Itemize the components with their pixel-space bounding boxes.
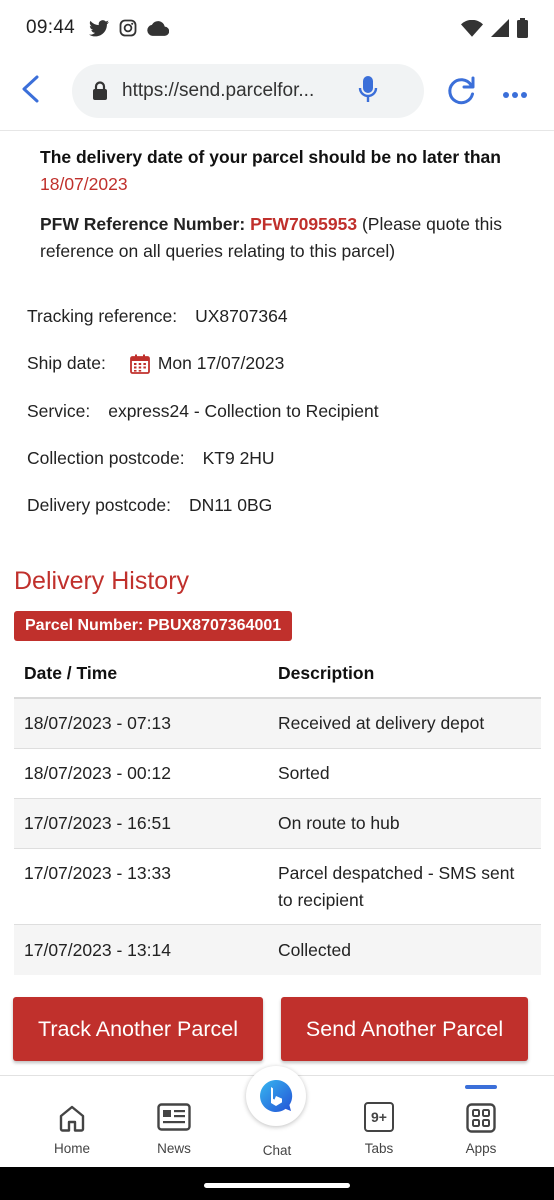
lock-icon [93,81,107,100]
row-date: 17/07/2023 - 16:51 [24,813,171,833]
twitter-icon [89,19,110,36]
nav-tabs[interactable]: 9+ Tabs [334,1076,424,1168]
back-button[interactable] [20,74,50,110]
delivery-history-heading: Delivery History [14,567,190,595]
battery-icon [517,18,528,38]
parcel-number-badge: Parcel Number: PBUX8707364001 [14,611,293,641]
wifi-icon [461,19,483,37]
pfw-label: PFW Reference Number: [40,214,246,234]
table-row: 17/07/2023 - 13:33 Parcel despatched - S… [14,849,541,925]
row-description: Sorted [278,763,330,783]
collection-postcode-row: Collection postcode: KT9 2HU [27,448,275,469]
chat-button[interactable] [246,1066,306,1126]
signal-icon [491,19,509,37]
nav-apps[interactable]: Apps [436,1076,526,1168]
more-menu-button[interactable] [502,86,528,104]
nav-home[interactable]: Home [27,1076,117,1168]
instagram-icon [119,19,137,37]
system-gesture-bar [0,1167,554,1200]
column-header-date: Date / Time [24,662,118,683]
voice-search-button[interactable] [358,75,378,108]
cloud-icon [147,20,170,36]
service-row: Service: express24 - Collection to Recip… [27,401,379,422]
table-header: Date / Time Description [14,649,541,699]
delivery-postcode-value: DN11 0BG [188,495,273,515]
nav-chat-label: Chat [262,1143,292,1158]
row-description: On route to hub [278,813,400,833]
tracking-value: UX8707364 [195,306,288,326]
nav-home-label: Home [53,1141,90,1156]
nav-news[interactable]: News [129,1076,219,1168]
row-description: Parcel despatched - SMS sent to recipien… [278,863,515,910]
ship-date-row: Ship date: Mon 17/07/2023 [27,353,284,374]
tracking-reference-row: Tracking reference: UX8707364 [27,306,288,327]
service-value: express24 - Collection to Recipient [108,401,379,421]
delivery-history-table: Date / Time Description 18/07/2023 - 07:… [14,649,541,975]
news-icon [157,1103,191,1131]
table-row: 18/07/2023 - 07:13 Received at delivery … [14,699,541,749]
column-header-description: Description [278,662,375,683]
delivery-deadline-notice: The delivery date of your parcel should … [40,144,530,198]
table-row: 18/07/2023 - 00:12 Sorted [14,749,541,799]
apps-grid-icon [466,1103,496,1133]
deadline-date: 18/07/2023 [40,174,128,194]
bottom-navigation: Home News Chat 9+ Tabs Apps [0,1066,554,1168]
tracking-label: Tracking reference: [27,306,178,326]
address-bar[interactable]: https://send.parcelfor... [72,64,424,118]
row-description: Collected [278,939,351,960]
home-gesture-handle[interactable] [204,1183,350,1188]
tabs-icon: 9+ [364,1102,394,1132]
row-date: 17/07/2023 - 13:33 [24,863,171,883]
row-description: Received at delivery depot [278,713,485,733]
delivery-postcode-row: Delivery postcode: DN11 0BG [27,495,272,516]
browser-toolbar: https://send.parcelfor... [0,56,554,130]
service-label: Service: [27,401,91,421]
table-row: 17/07/2023 - 16:51 On route to hub [14,799,541,849]
page-content: The delivery date of your parcel should … [0,131,554,1075]
delivery-postcode-label: Delivery postcode: [27,495,171,515]
reload-button[interactable] [444,74,478,113]
nav-tabs-label: Tabs [364,1141,394,1156]
reload-icon [448,76,475,105]
nav-chat[interactable]: Chat [232,1066,322,1168]
pfw-reference: PFW Reference Number: PFW7095953 (Please… [40,211,520,265]
notice-text: The delivery date of your parcel should … [40,147,501,167]
mic-icon [358,75,378,102]
status-bar: 09:44 [0,0,554,56]
status-time: 09:44 [26,17,76,38]
ship-date-label: Ship date: [27,353,106,373]
collection-postcode-label: Collection postcode: [27,448,185,468]
ship-date-value: Mon 17/07/2023 [157,353,285,373]
more-icon [503,92,527,98]
track-another-parcel-button[interactable]: Track Another Parcel [13,997,263,1061]
calendar-icon [129,354,150,374]
table-row: 17/07/2023 - 13:14 Collected [14,925,541,975]
row-date: 17/07/2023 - 13:14 [24,939,171,960]
row-date: 18/07/2023 - 07:13 [24,713,171,733]
row-date: 18/07/2023 - 00:12 [24,763,171,783]
url-text[interactable]: https://send.parcelfor... [122,80,350,102]
back-arrow-icon [22,75,39,103]
pfw-value: PFW7095953 [250,214,358,234]
send-another-parcel-button[interactable]: Send Another Parcel [281,997,528,1061]
nav-news-label: News [157,1141,191,1156]
home-icon [59,1105,85,1132]
bing-chat-icon [260,1079,293,1112]
collection-postcode-value: KT9 2HU [202,448,275,468]
nav-apps-label: Apps [465,1141,497,1156]
